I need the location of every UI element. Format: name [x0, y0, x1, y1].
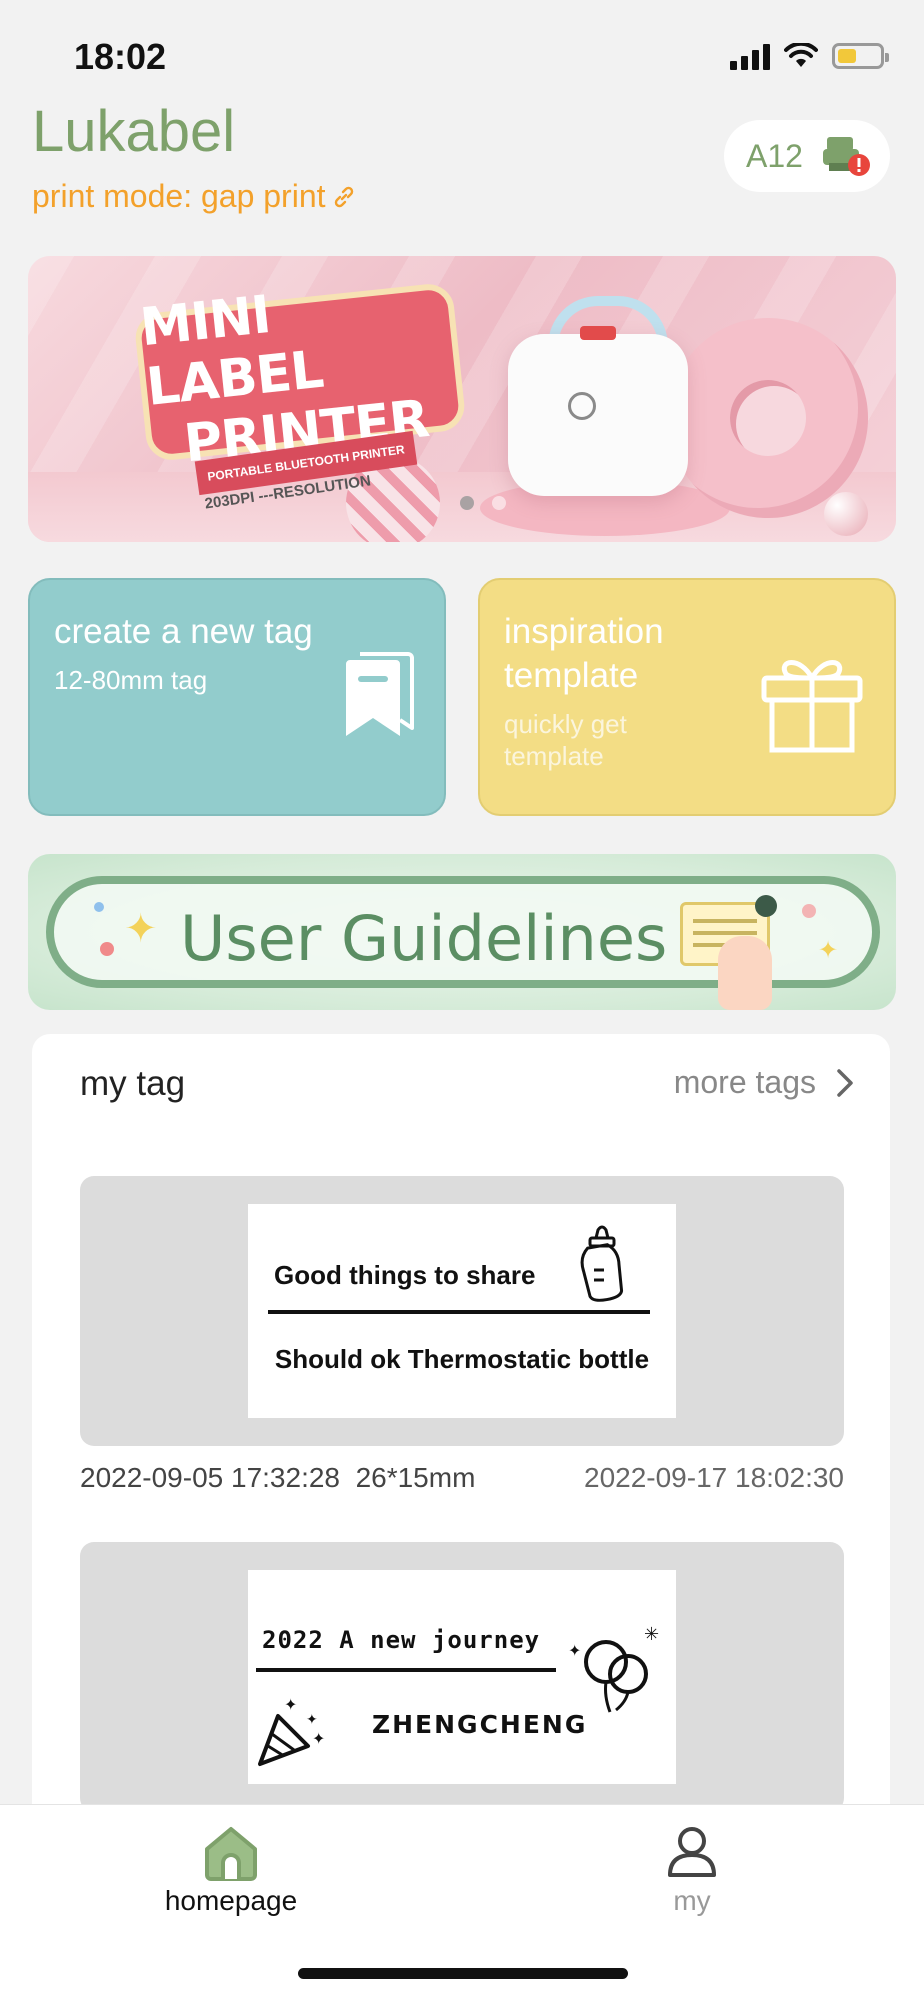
- decor-dot: [100, 942, 114, 956]
- nav-my[interactable]: my: [592, 1823, 792, 1917]
- tag-card[interactable]: 2022 A new journey ZHENGCHENG ✳ ✦ ✦ ✦ ✦: [80, 1542, 844, 1812]
- create-new-tag-card[interactable]: create a new tag 12-80mm tag: [28, 578, 446, 816]
- svg-text:✦: ✦: [568, 1641, 581, 1660]
- template-card-title: inspiration template: [504, 612, 664, 695]
- svg-text:✦: ✦: [312, 1729, 325, 1748]
- app-title: Lukabel: [32, 99, 236, 164]
- wifi-icon: [784, 43, 818, 67]
- home-indicator[interactable]: [298, 1968, 628, 1979]
- tag-line2: ZHENGCHENG: [372, 1710, 588, 1739]
- svg-text:✳: ✳: [644, 1624, 659, 1645]
- tag-meta-row: 2022-09-05 17:32:28 26*15mm 2022-09-17 1…: [80, 1462, 844, 1494]
- printer-status-icon: [822, 137, 870, 176]
- homepage-screen: 18:02 Lukabel print mode: gap print A12: [0, 0, 924, 2000]
- carousel-dot[interactable]: [492, 496, 506, 510]
- battery-icon: [832, 43, 889, 69]
- nav-my-label: my: [673, 1885, 711, 1916]
- carousel-indicator: [460, 496, 506, 510]
- decor-dot: [802, 904, 816, 918]
- banner-headline-badge: MINI LABEL PRINTER: [133, 281, 467, 474]
- status-bar: 18:02: [0, 0, 924, 110]
- status-icons: [730, 42, 889, 70]
- chevron-right-icon: [837, 1068, 853, 1097]
- baby-bottle-icon: [580, 1225, 624, 1302]
- party-popper-icon: ✦ ✦ ✦: [258, 1695, 325, 1766]
- user-guidelines-banner[interactable]: ✦ ✦ User Guidelines: [28, 854, 896, 1010]
- tag-preview: Good things to share Should ok Thermosta…: [248, 1204, 676, 1418]
- gift-icon: [761, 660, 863, 753]
- tag-preview: 2022 A new journey ZHENGCHENG ✳ ✦ ✦ ✦ ✦: [248, 1570, 676, 1784]
- inspiration-template-card[interactable]: inspiration template quickly get templat…: [478, 578, 896, 816]
- balloons-icon: ✳ ✦: [568, 1624, 659, 1713]
- cellular-signal-icon: [730, 42, 770, 70]
- tag-line1: Good things to share: [274, 1260, 536, 1290]
- banner-small-ball: [824, 492, 868, 536]
- guidelines-text: User Guidelines: [180, 902, 668, 975]
- connected-device-button[interactable]: A12: [724, 120, 890, 192]
- mini-printer-image: [508, 326, 688, 496]
- carousel-dot[interactable]: [460, 496, 474, 510]
- bookmark-icon: [346, 652, 414, 736]
- tag-size: 26*15mm: [355, 1462, 476, 1493]
- status-time: 18:02: [74, 36, 167, 77]
- promo-banner-carousel[interactable]: MINI LABEL PRINTER PORTABLE BLUETOOTH PR…: [28, 256, 896, 542]
- user-icon: [668, 1827, 716, 1877]
- tag-line1: 2022 A new journey: [262, 1626, 541, 1654]
- sparkle-icon: ✦: [818, 937, 839, 964]
- link-icon: [334, 186, 353, 207]
- template-card-subtitle: quickly get template: [504, 709, 627, 771]
- svg-text:✦: ✦: [284, 1695, 297, 1714]
- svg-text:✦: ✦: [306, 1712, 318, 1728]
- create-card-title: create a new tag: [54, 612, 313, 651]
- tag-divider: [256, 1668, 556, 1672]
- home-icon: [205, 1827, 257, 1881]
- create-card-subtitle: 12-80mm tag: [54, 665, 208, 695]
- my-tag-title: my tag: [80, 1064, 186, 1103]
- tag-modified-date: 2022-09-17 18:02:30: [584, 1462, 844, 1493]
- tag-info: 2022-09-05 17:32:28 26*15mm: [80, 1462, 475, 1494]
- tag-divider: [268, 1310, 650, 1314]
- tag-card[interactable]: Good things to share Should ok Thermosta…: [80, 1176, 844, 1446]
- nav-homepage[interactable]: homepage: [131, 1823, 331, 1917]
- decor-dot: [94, 902, 104, 912]
- pointing-hand-icon: [718, 936, 772, 1010]
- sparkle-icon: ✦: [124, 907, 158, 951]
- tag-line2: Should ok Thermostatic bottle: [274, 1344, 650, 1374]
- nav-homepage-label: homepage: [164, 1885, 298, 1916]
- device-name: A12: [746, 137, 803, 174]
- more-tags-label: more tags: [673, 1064, 816, 1100]
- print-mode-link[interactable]: print mode: gap print: [32, 178, 356, 215]
- tag-created-date: 2022-09-05 17:32:28: [80, 1462, 340, 1493]
- print-mode-text: print mode: gap print: [32, 178, 326, 214]
- more-tags-link[interactable]: more tags: [674, 1064, 854, 1101]
- label-roll-image: [668, 318, 868, 518]
